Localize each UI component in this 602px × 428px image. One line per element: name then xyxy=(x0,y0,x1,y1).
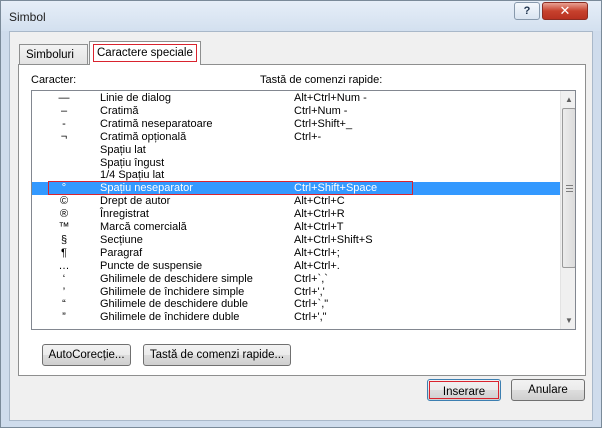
character-name: Ghilimele de deschidere simple xyxy=(100,272,253,285)
title-bar[interactable]: Simbol ? ✕ xyxy=(1,1,601,31)
character-symbol: ‘ xyxy=(62,272,66,285)
character-symbol: — xyxy=(58,92,70,104)
list-item[interactable]: 1/4 Spațiu lat xyxy=(32,169,560,182)
character-name: Cratimă opțională xyxy=(100,130,187,143)
list-item[interactable]: © Drept de autor Alt+Ctrl+C xyxy=(32,195,560,208)
list-item[interactable]: ° Spațiu neseparator Ctrl+Shift+Space xyxy=(32,181,560,196)
character-symbol: ¶ xyxy=(61,246,67,259)
character-symbol: - xyxy=(62,117,66,130)
list-item[interactable]: ™ Marcă comercială Alt+Ctrl+T xyxy=(32,221,560,234)
help-button[interactable]: ? xyxy=(514,2,540,20)
selection-highlight xyxy=(48,181,413,196)
vertical-scrollbar[interactable]: ▲ ▼ xyxy=(560,91,575,329)
character-name: Cratimă neseparatoare xyxy=(100,117,213,130)
shortcut-keys: Ctrl+`,` xyxy=(294,272,328,285)
shortcut-keys: Alt+Ctrl+C xyxy=(294,195,345,208)
character-name: Înregistrat xyxy=(100,208,149,221)
list-item[interactable]: ® Înregistrat Alt+Ctrl+R xyxy=(32,208,560,221)
character-name: Ghilimele de închidere simple xyxy=(100,285,245,298)
close-button[interactable]: ✕ xyxy=(542,2,588,20)
character-name: Spațiu lat xyxy=(100,143,146,156)
list-item[interactable]: ‘ Ghilimele de deschidere simple Ctrl+`,` xyxy=(32,273,560,286)
character-symbol: § xyxy=(60,233,68,246)
character-name: Ghilimele de închidere duble xyxy=(100,311,240,324)
shortcut-key-button[interactable]: Tastă de comenzi rapide... xyxy=(143,344,291,366)
special-characters-list[interactable]: ” Ghilimele de închidere duble Ctrl+'," “ Gh… xyxy=(31,90,576,330)
shortcut-keys: Alt+Ctrl+T xyxy=(294,221,344,233)
grip-icon xyxy=(566,185,573,192)
character-name: Spațiu îngust xyxy=(100,156,165,169)
character-symbol: © xyxy=(59,195,69,208)
character-name: Ghilimele de deschidere duble xyxy=(100,298,248,311)
character-symbol: ’ xyxy=(62,285,66,298)
character-name: Cratimă xyxy=(100,104,139,117)
character-name: Puncte de suspensie xyxy=(100,259,203,272)
column-header-shortcut: Tastă de comenzi rapide: xyxy=(260,74,383,86)
shortcut-keys: Ctrl+'," xyxy=(294,311,327,324)
character-name: 1/4 Spațiu lat xyxy=(100,169,165,182)
shortcut-keys: Ctrl+Num - xyxy=(294,104,348,117)
tab-panel: Caracter: Tastă de comenzi rapide: ” Ghil… xyxy=(18,64,586,376)
window-title: Simbol xyxy=(9,10,46,24)
list-item[interactable]: — Linie de dialog Alt+Ctrl+Num - xyxy=(32,92,560,105)
character-symbol: ™ xyxy=(58,221,70,233)
character-symbol: – xyxy=(60,104,68,117)
tab-label: Caractere speciale xyxy=(93,44,197,62)
insert-button-label: Inserare xyxy=(429,381,499,399)
shortcut-keys: Alt+Ctrl+Num - xyxy=(294,92,367,104)
list-item[interactable]: - Cratimă neseparatoare Ctrl+Shift+_ xyxy=(32,118,560,131)
dialog-body: Simboluri Caractere speciale Caracter: T… xyxy=(9,31,593,421)
list-item[interactable]: … Puncte de suspensie Alt+Ctrl+. xyxy=(32,260,560,273)
character-symbol: … xyxy=(58,259,70,272)
list-item[interactable]: ” Ghilimele de închidere duble Ctrl+'," xyxy=(32,311,560,324)
list-item[interactable]: § Secțiune Alt+Ctrl+Shift+S xyxy=(32,234,560,247)
tab-caractere-speciale[interactable]: Caractere speciale xyxy=(89,41,201,65)
character-symbol: “ xyxy=(62,298,66,311)
character-symbol: ® xyxy=(59,208,69,221)
column-header-character: Caracter: xyxy=(31,74,77,86)
symbol-dialog: Simbol ? ✕ Simboluri Caractere speciale … xyxy=(0,0,602,428)
shortcut-keys: Alt+Ctrl+. xyxy=(294,259,340,272)
list-item[interactable]: ’ Ghilimele de închidere simple Ctrl+',' xyxy=(32,286,560,299)
character-symbol: ” xyxy=(62,311,66,324)
list-item[interactable]: Spațiu lat xyxy=(32,144,560,157)
character-name: Paragraf xyxy=(100,246,143,259)
tab-simboluri[interactable]: Simboluri xyxy=(19,44,88,64)
shortcut-keys: Ctrl+- xyxy=(294,130,322,143)
list-item[interactable]: – Cratimă Ctrl+Num - xyxy=(32,105,560,118)
shortcut-keys: Alt+Ctrl+R xyxy=(294,208,345,221)
character-name: Secțiune xyxy=(100,233,143,246)
shortcut-keys: Ctrl+',' xyxy=(294,285,325,298)
list-item[interactable]: Spațiu îngust xyxy=(32,157,560,170)
cancel-button[interactable]: Anulare xyxy=(511,379,585,401)
character-name: Drept de autor xyxy=(100,195,171,208)
character-symbol: ¬ xyxy=(60,130,68,143)
list-item[interactable]: ¬ Cratimă opțională Ctrl+- xyxy=(32,131,560,144)
character-name: Linie de dialog xyxy=(100,92,171,104)
insert-button[interactable]: Inserare xyxy=(427,379,501,401)
list-item[interactable]: “ Ghilimele de deschidere duble Ctrl+`," xyxy=(32,298,560,311)
arrow-up-icon[interactable]: ▲ xyxy=(561,91,575,108)
shortcut-keys: Ctrl+`," xyxy=(294,298,329,311)
arrow-down-icon[interactable]: ▼ xyxy=(561,312,575,329)
list-item[interactable]: ¶ Paragraf Alt+Ctrl+; xyxy=(32,247,560,260)
shortcut-keys: Alt+Ctrl+Shift+S xyxy=(294,233,373,246)
autocorect-button[interactable]: AutoCorecție... xyxy=(42,344,131,366)
shortcut-keys: Ctrl+Shift+_ xyxy=(294,117,353,130)
tab-label: Simboluri xyxy=(26,49,74,61)
shortcut-keys: Alt+Ctrl+; xyxy=(294,246,340,259)
scrollbar-thumb[interactable] xyxy=(562,108,575,268)
character-name: Marcă comercială xyxy=(100,221,187,233)
